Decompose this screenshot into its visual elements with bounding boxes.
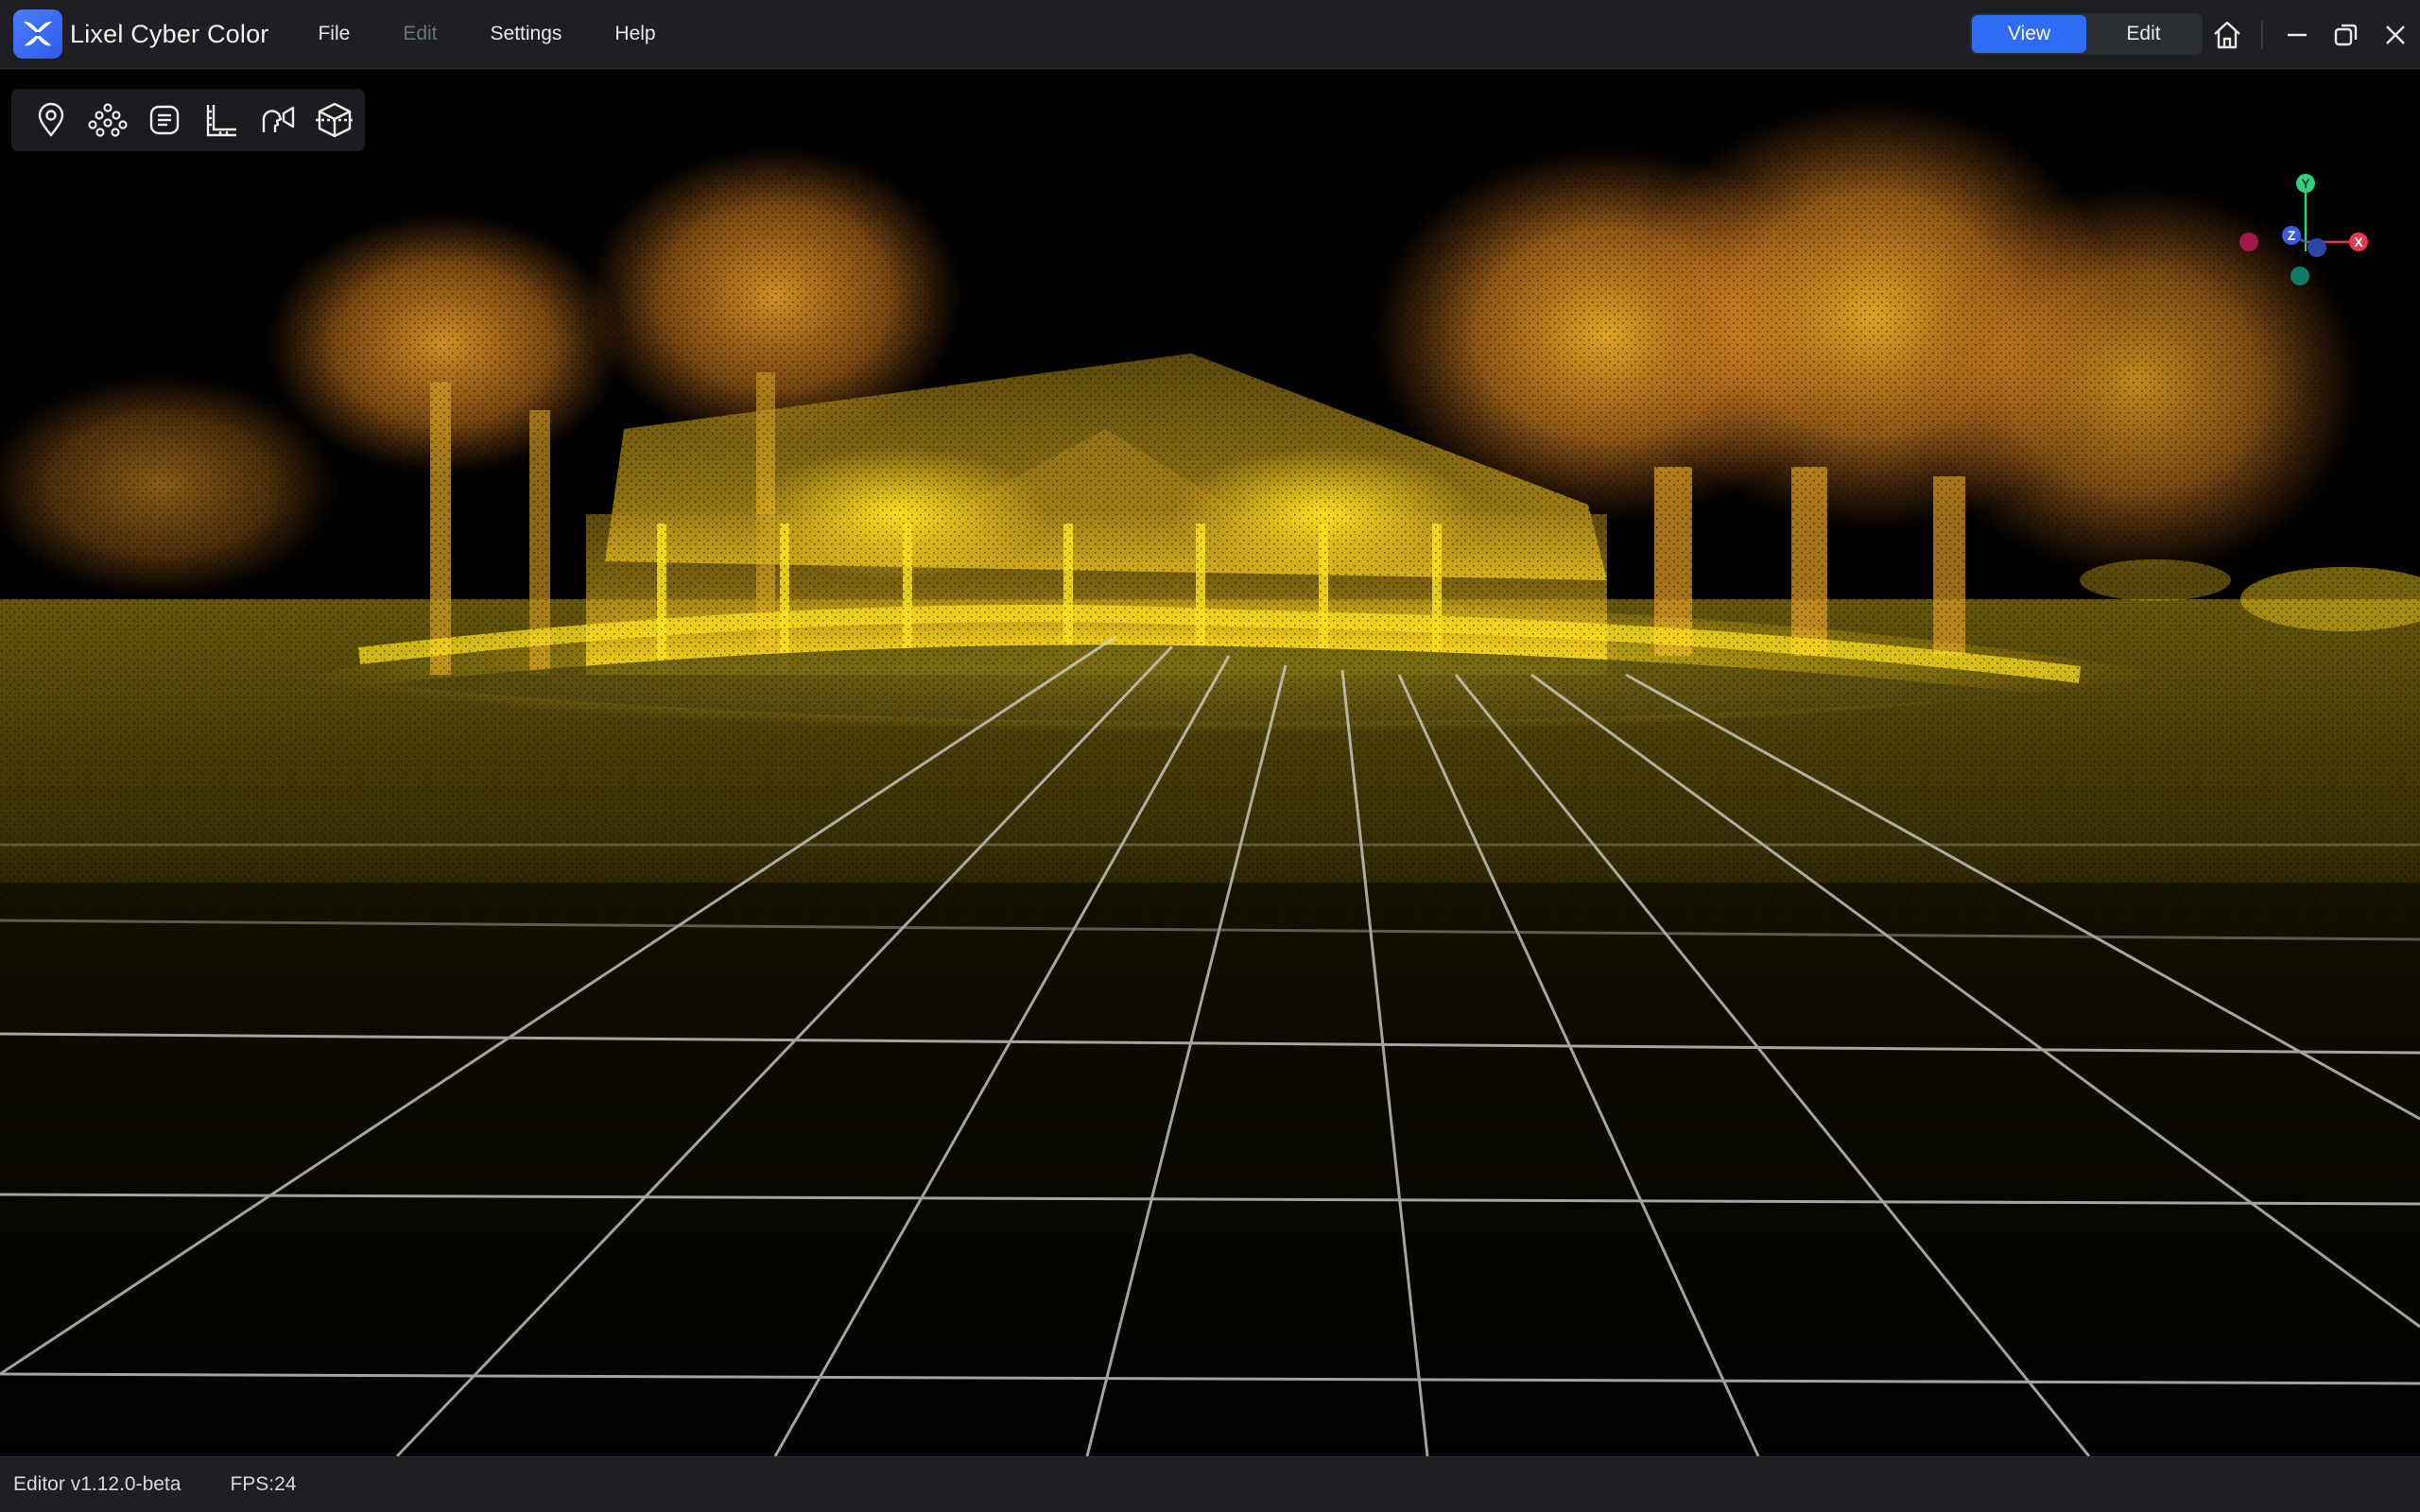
cube-icon[interactable] <box>306 92 363 148</box>
z-axis-label: Z <box>2288 228 2296 243</box>
x-axis-label: X <box>2354 234 2363 249</box>
menu-help[interactable]: Help <box>614 23 655 45</box>
point-cloud-scene[interactable] <box>0 70 2420 1456</box>
title-bar: Lixel Cyber Color File Edit Settings Hel… <box>0 0 2420 69</box>
view-mode-button[interactable]: View <box>1972 15 2086 53</box>
menu-bar: File Edit Settings Help <box>318 0 708 69</box>
restore-icon[interactable] <box>2322 0 2371 69</box>
neg-y-handle[interactable] <box>2290 266 2309 285</box>
close-icon[interactable] <box>2371 0 2420 69</box>
app-title: Lixel Cyber Color <box>70 19 269 48</box>
menu-settings[interactable]: Settings <box>491 23 562 45</box>
minimize-icon[interactable] <box>2273 0 2322 69</box>
location-pin-icon[interactable] <box>23 92 79 148</box>
neg-z-handle[interactable] <box>2308 238 2326 257</box>
point-cloud-icon[interactable] <box>79 92 136 148</box>
neg-x-handle[interactable] <box>2239 232 2258 251</box>
divider <box>2261 20 2263 49</box>
voice-guide-icon[interactable] <box>250 92 306 148</box>
tool-palette <box>11 89 365 151</box>
y-axis-label: Y <box>2301 176 2310 191</box>
x-axis-handle[interactable]: X <box>2349 232 2368 251</box>
list-icon[interactable] <box>136 92 193 148</box>
ruler-icon[interactable] <box>193 92 250 148</box>
editor-version: Editor v1.12.0-beta <box>13 1473 182 1495</box>
orientation-gizmo[interactable]: Y Z X <box>2231 170 2373 293</box>
menu-file[interactable]: File <box>318 23 350 45</box>
menu-edit[interactable]: Edit <box>403 23 437 45</box>
status-bar: Editor v1.12.0-beta FPS:24 <box>0 1456 2420 1512</box>
home-icon[interactable] <box>2203 0 2252 69</box>
fps-counter: FPS:24 <box>230 1473 297 1495</box>
z-axis-handle[interactable]: Z <box>2282 226 2301 245</box>
butterfly-logo-icon <box>13 9 62 59</box>
point-cloud-viewport[interactable]: Y Z X <box>0 70 2420 1456</box>
mode-switch: View Edit <box>1970 13 2203 55</box>
edit-mode-button[interactable]: Edit <box>2086 15 2201 53</box>
app-logo: Lixel Cyber Color <box>13 0 268 69</box>
window-controls <box>2203 0 2420 69</box>
y-axis-handle[interactable]: Y <box>2296 174 2315 193</box>
